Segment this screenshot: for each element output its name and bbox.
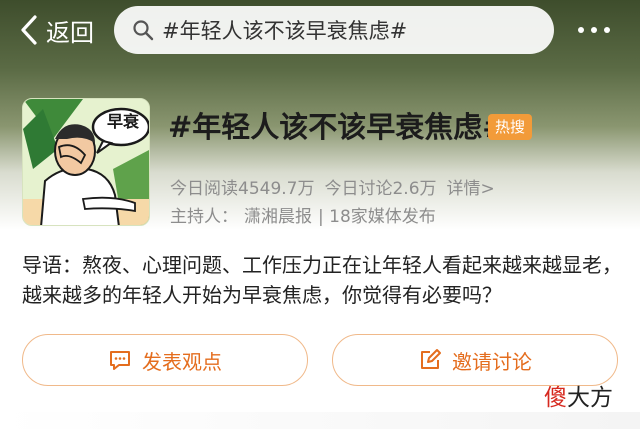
watermark-first-char: 傻 xyxy=(544,385,567,411)
dot-icon xyxy=(578,27,584,33)
more-options-button[interactable] xyxy=(578,20,626,40)
hot-search-badge: 热搜 xyxy=(488,114,532,140)
watermark-rest: 大方 xyxy=(567,385,613,411)
bottom-strip xyxy=(0,412,640,429)
topic-intro: 导语：熬夜、心理问题、工作压力正在让年轻人看起来越来越显老，越来越多的年轻人开始… xyxy=(22,253,622,307)
topic-thumbnail[interactable]: 早衰 xyxy=(22,98,150,226)
post-opinion-label: 发表观点 xyxy=(142,349,222,374)
read-count: 今日阅读4549.7万 xyxy=(170,179,315,199)
edit-icon xyxy=(421,349,441,369)
host-name[interactable]: 潇湘晨报 xyxy=(244,202,312,227)
details-link[interactable]: 详情> xyxy=(447,174,495,199)
post-opinion-button[interactable]: 发表观点 xyxy=(22,334,308,386)
host-label: 主持人： xyxy=(170,207,238,227)
search-icon xyxy=(133,20,154,41)
topic-stats: 今日阅读4549.7万 今日讨论2.6万 详情> xyxy=(170,174,495,199)
search-query: #年轻人该不该早衰焦虑# xyxy=(162,19,408,43)
top-bar: 返回 #年轻人该不该早衰焦虑# xyxy=(0,0,640,60)
back-button[interactable]: 返回 xyxy=(18,12,94,48)
back-label: 返回 xyxy=(46,18,94,47)
search-bar[interactable]: #年轻人该不该早衰焦虑# xyxy=(114,6,554,54)
dot-icon xyxy=(591,27,597,33)
comment-icon xyxy=(110,351,130,370)
thumbnail-bubble-text: 早衰 xyxy=(106,112,139,131)
invite-discussion-label: 邀请讨论 xyxy=(452,349,532,374)
watermark: 傻大方 xyxy=(544,378,613,412)
host-info: 主持人： 潇湘晨报 | 18家媒体发布 xyxy=(170,202,436,227)
dot-icon xyxy=(604,27,610,33)
discussion-count: 今日讨论2.6万 xyxy=(324,179,437,199)
topic-title: #年轻人该不该早衰焦虑# xyxy=(168,110,507,144)
media-count: | 18家媒体发布 xyxy=(318,207,436,227)
chevron-left-icon xyxy=(21,15,37,45)
